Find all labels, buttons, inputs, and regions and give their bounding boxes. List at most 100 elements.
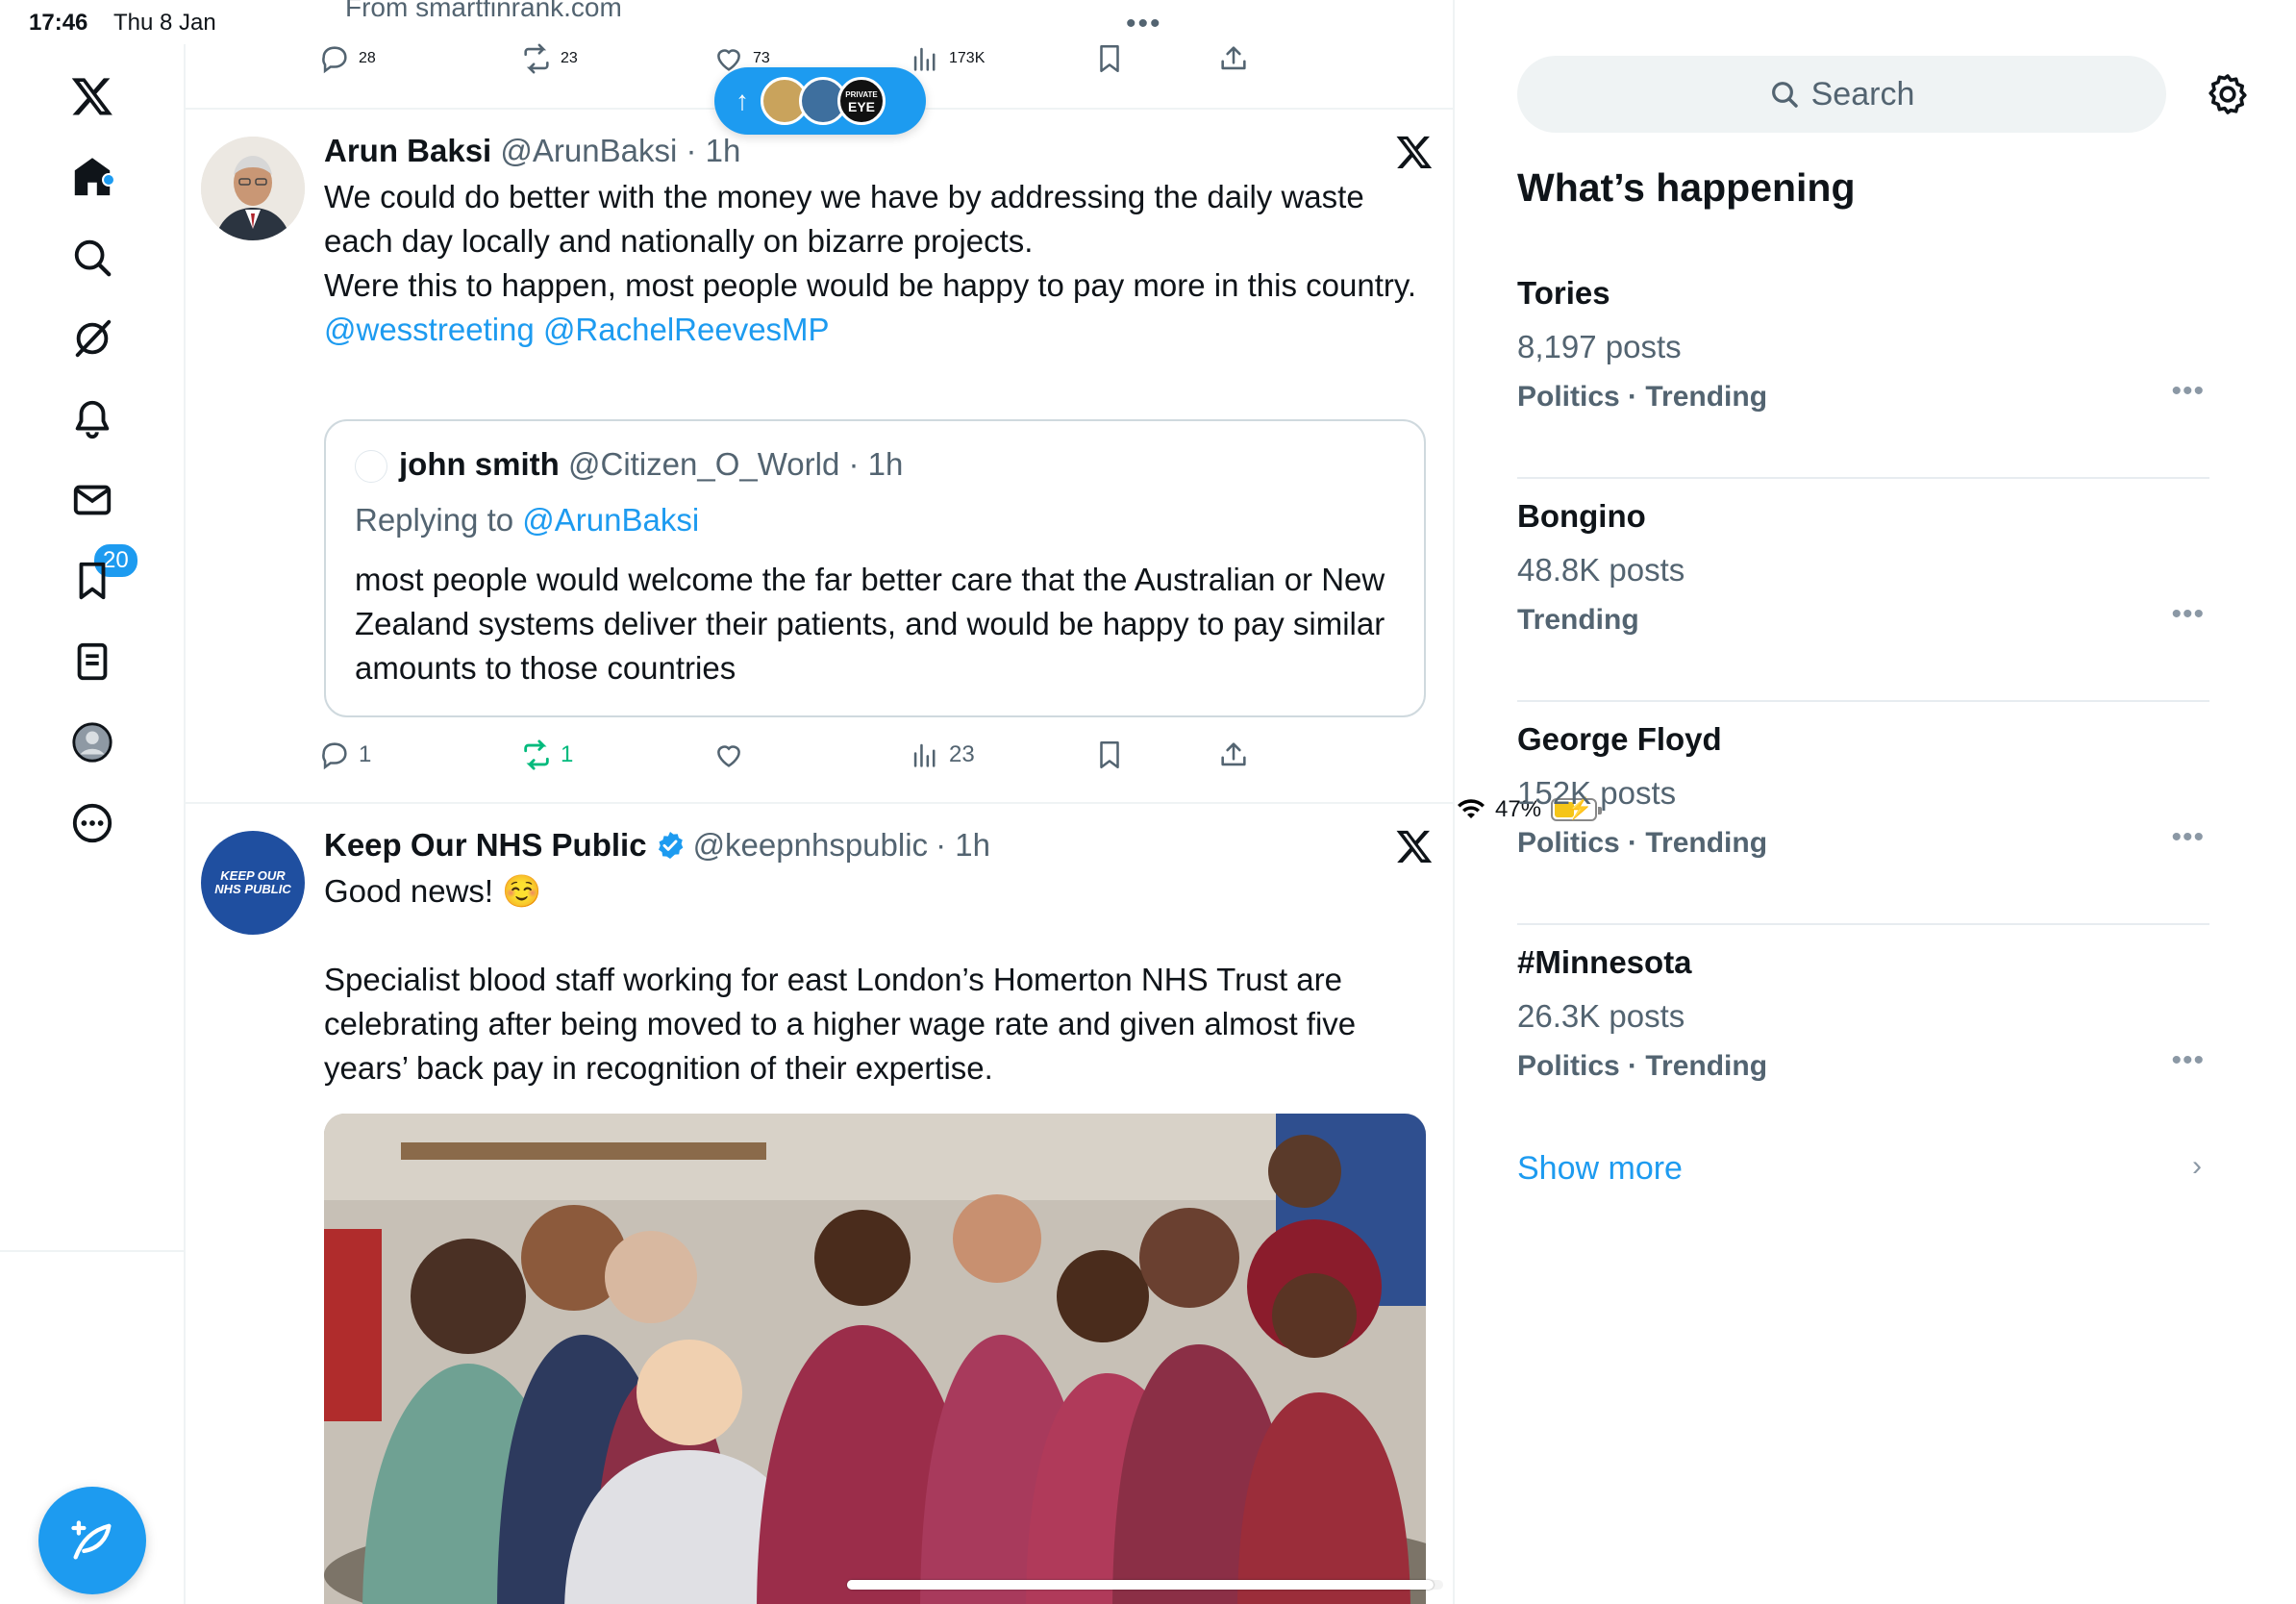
bookmark-icon <box>1100 740 1119 769</box>
quoted-tweet-time: · 1h <box>848 446 904 482</box>
compose-post-button[interactable] <box>38 1487 146 1594</box>
view-count: 173K <box>949 50 986 66</box>
reply-icon <box>322 742 347 770</box>
messages-envelope-icon[interactable] <box>60 467 125 533</box>
trend-category: Politics · Trending <box>1517 827 1768 859</box>
tweet-more-dots-icon[interactable]: ••• <box>1126 8 1162 40</box>
trend-topic: Tories <box>1517 275 1610 311</box>
settings-gear-icon[interactable] <box>2205 71 2251 117</box>
views-bar-chart-icon <box>913 743 936 767</box>
x-grok-icon[interactable] <box>1395 133 1434 171</box>
trend-post-count: 8,197 posts <box>1517 329 1682 364</box>
views-bar-chart-icon <box>913 47 936 71</box>
tweet-text: Good news! ☺️ Specialist blood staff wor… <box>324 869 1420 1090</box>
repost-icon <box>524 43 549 74</box>
share-button[interactable] <box>1217 42 1250 75</box>
mention-link[interactable]: @wesstreeting <box>324 312 535 347</box>
trend-topic: Bongino <box>1517 498 1646 534</box>
heart-icon <box>717 745 740 767</box>
lists-icon[interactable] <box>60 629 125 694</box>
author-avatar[interactable] <box>201 137 305 240</box>
trend-more-icon[interactable]: ••• <box>2171 821 2205 854</box>
repost-count: 1 <box>561 741 574 767</box>
repost-button[interactable]: 23 <box>520 42 578 75</box>
trend-more-icon[interactable]: ••• <box>2171 1044 2205 1077</box>
reply-button[interactable]: 28 <box>318 42 376 75</box>
trend-divider <box>1517 700 2209 702</box>
search-icon[interactable] <box>60 225 125 290</box>
search-input[interactable]: Search <box>1517 56 2166 133</box>
share-icon <box>1221 46 1246 70</box>
author-handle[interactable]: @keepnhspublic <box>693 827 929 864</box>
tweet-photo[interactable] <box>324 1114 1426 1604</box>
show-more-link[interactable]: Show more <box>1517 1150 1683 1188</box>
reply-count: 1 <box>359 741 372 767</box>
reply-button[interactable]: 1 <box>318 739 371 771</box>
x-grok-icon[interactable] <box>1395 827 1434 865</box>
tweet-mentions: @wesstreeting @RachelReevesMP <box>324 308 1420 352</box>
trend-item[interactable]: Tories 8,197 posts Politics · Trending •… <box>1517 275 2209 479</box>
notifications-bell-icon[interactable] <box>60 387 125 452</box>
quoted-author-avatar <box>355 450 387 483</box>
quoted-tweet-text: most people would welcome the far better… <box>355 562 1385 686</box>
replying-to: Replying to @ArunBaksi <box>355 502 699 539</box>
author-avatar[interactable]: KEEP OUR NHS PUBLIC <box>201 831 305 935</box>
home-unread-dot <box>102 173 115 187</box>
profile-avatar-icon[interactable] <box>60 710 125 775</box>
right-sidebar: Search What’s happening Tories 8,197 pos… <box>1457 0 2296 1604</box>
author-handle[interactable]: @ArunBaksi <box>500 133 677 168</box>
grok-icon[interactable] <box>60 306 125 371</box>
trend-post-count: 48.8K posts <box>1517 552 1685 588</box>
chevron-right-icon: › <box>2192 1150 2202 1182</box>
trend-item[interactable]: Bongino 48.8K posts Trending ••• <box>1517 498 2209 702</box>
trend-item[interactable]: #Minnesota 26.3K posts Politics · Trendi… <box>1517 944 2209 1117</box>
bookmark-button[interactable] <box>1093 739 1126 771</box>
quoted-tweet-header: john smith @Citizen_O_World · 1h <box>399 446 903 483</box>
tweet-card[interactable]: KEEP OUR NHS PUBLIC Keep Our NHS Public … <box>186 804 1453 1604</box>
tweet-text-line: We could do better with the money we hav… <box>324 179 1364 259</box>
search-icon <box>1771 82 1798 108</box>
trend-divider <box>1517 923 2209 925</box>
trend-topic: #Minnesota <box>1517 944 1692 980</box>
trend-category: Trending <box>1517 604 1639 636</box>
timeline-feed[interactable]: From smartfinrank.com ••• 28 23 73 173K … <box>186 0 1455 1604</box>
trend-more-icon[interactable]: ••• <box>2171 375 2205 408</box>
tweet-text: We could do better with the money we hav… <box>324 175 1420 352</box>
tweet-time[interactable]: · 1h <box>686 133 740 168</box>
repost-icon <box>524 739 549 770</box>
trend-more-icon[interactable]: ••• <box>2171 598 2205 631</box>
repost-button[interactable]: 1 <box>520 739 573 771</box>
like-button[interactable] <box>712 739 745 771</box>
author-name[interactable]: Arun Baksi <box>324 133 491 168</box>
tweet-text-line: Were this to happen, most people would b… <box>324 267 1417 303</box>
tweet-card[interactable]: Arun Baksi @ArunBaksi · 1h We could do b… <box>186 110 1453 804</box>
search-placeholder: Search <box>1810 75 1915 113</box>
tweet-header: Keep Our NHS Public @keepnhspublic · 1h <box>324 827 990 864</box>
trend-item[interactable]: George Floyd 152K posts Politics · Trend… <box>1517 721 2209 925</box>
share-button[interactable] <box>1217 739 1250 771</box>
bookmarks-icon[interactable] <box>60 548 125 614</box>
replying-to-handle[interactable]: @ArunBaksi <box>522 502 699 538</box>
x-logo-icon[interactable] <box>60 63 125 129</box>
compose-feather-icon <box>71 1520 112 1560</box>
link-source[interactable]: From smartfinrank.com <box>345 0 622 23</box>
scroll-indicator[interactable] <box>847 1580 1443 1590</box>
author-name[interactable]: Keep Our NHS Public <box>324 827 647 864</box>
tweet-header: Arun Baksi @ArunBaksi · 1h <box>324 133 740 169</box>
tweet-time[interactable]: · 1h <box>936 827 990 864</box>
mention-link[interactable]: @RachelReevesMP <box>543 312 830 347</box>
trend-topic: George Floyd <box>1517 721 1722 757</box>
more-options-icon[interactable] <box>60 790 125 856</box>
home-icon[interactable] <box>60 144 125 210</box>
quoted-tweet[interactable]: john smith @Citizen_O_World · 1h Replyin… <box>324 419 1426 717</box>
bookmark-button[interactable] <box>1093 42 1126 75</box>
verified-badge-icon <box>658 832 683 859</box>
trend-post-count: 152K posts <box>1517 775 1677 811</box>
views-button[interactable]: 23 <box>909 739 975 771</box>
bookmark-icon <box>1100 44 1119 73</box>
views-button[interactable]: 173K <box>909 42 985 75</box>
tweet-text-line: Specialist blood staff working for east … <box>324 962 1357 1086</box>
reply-icon <box>322 46 347 74</box>
status-time: 17:46 <box>29 10 88 36</box>
replying-to-label: Replying to <box>355 502 523 538</box>
